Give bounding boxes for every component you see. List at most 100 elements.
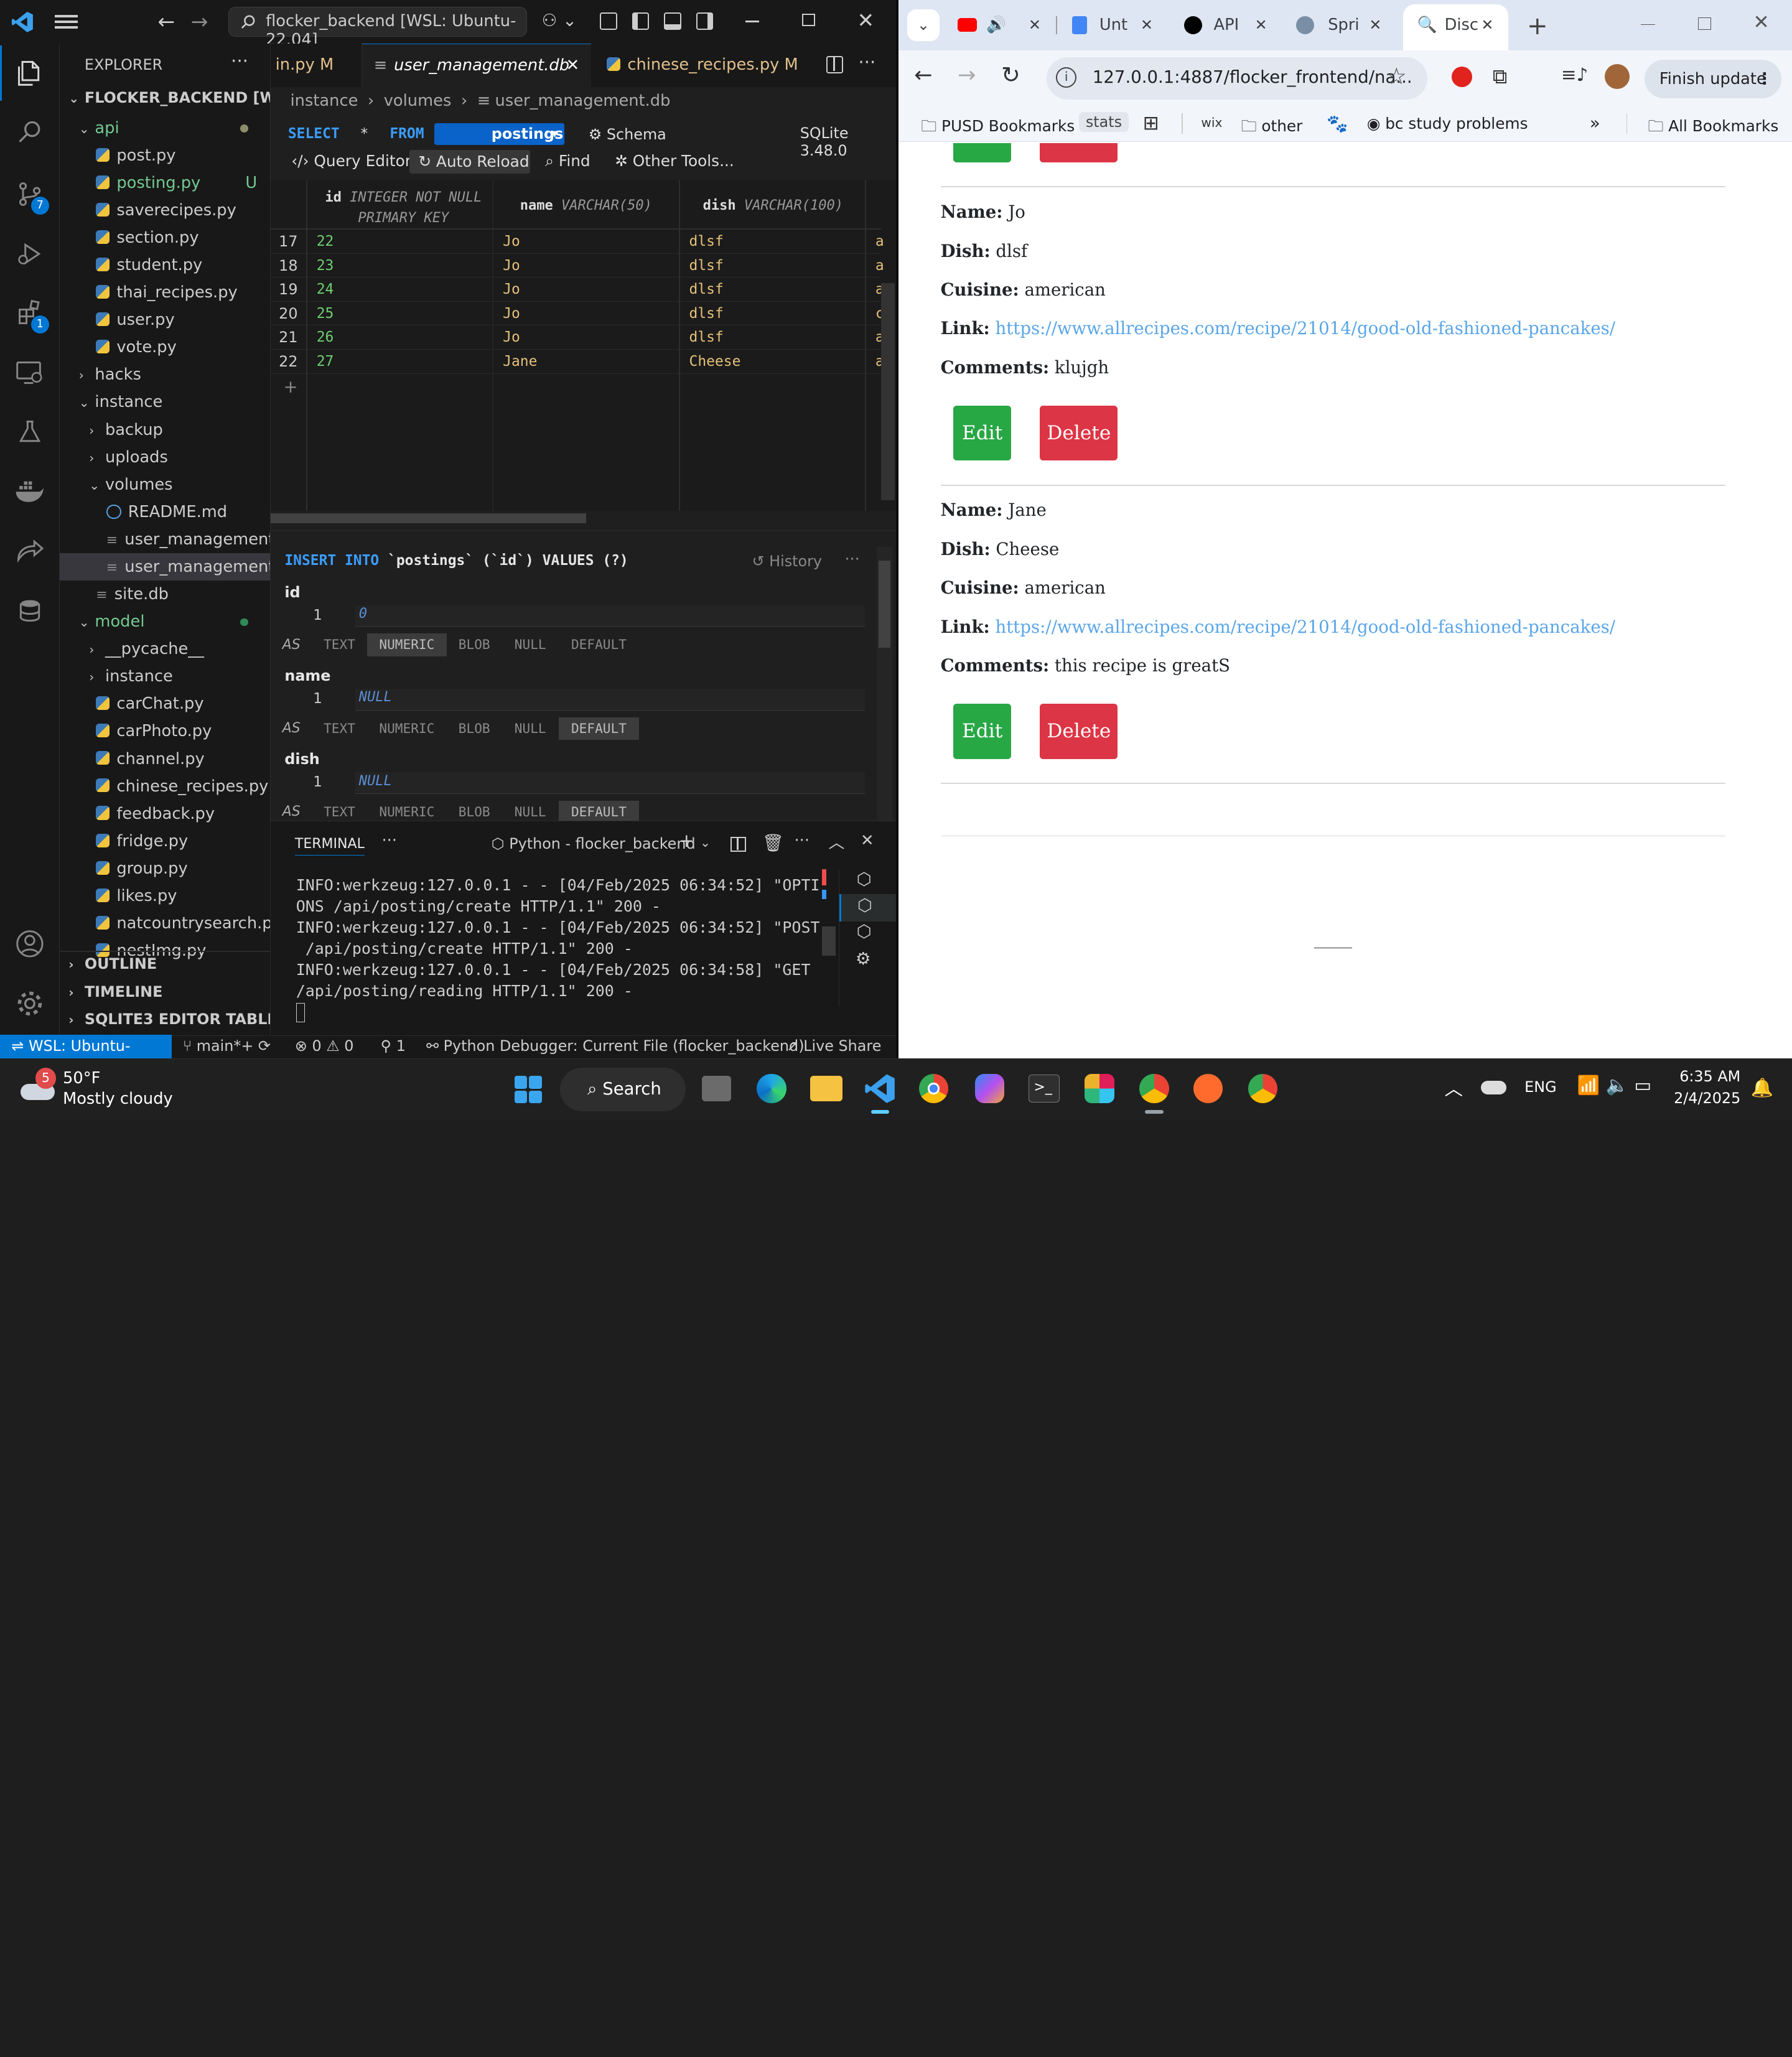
tree-item[interactable]: likes.py [60,882,271,910]
breadcrumb-item[interactable]: volumes [384,91,452,110]
debugger-indicator[interactable]: ⚯ Python Debugger: Current File (flocker… [426,1037,804,1055]
paw-icon[interactable]: 🐾 [1327,113,1348,134]
tree-item[interactable]: ⌄ volumes [60,471,271,498]
type-option-default[interactable]: DEFAULT [559,717,639,740]
close-icon[interactable]: ✕ [1753,11,1769,34]
chrome-profile-icon[interactable] [1139,1073,1169,1104]
toggle-panel-icon[interactable] [664,12,681,30]
type-option-numeric[interactable]: NUMERIC [367,717,447,740]
minimize-icon[interactable] [745,21,759,22]
extensions-puzzle-icon[interactable]: ⧉ [1493,64,1508,89]
cell-dish[interactable]: dlsf [689,302,724,326]
tab-terminal[interactable]: TERMINAL [294,836,365,856]
bookmark-pusd[interactable]: 🗀 PUSD Bookmarks [921,114,1075,141]
bookmarks-overflow-icon[interactable]: » [1590,113,1600,133]
tab-close-icon[interactable]: ✕ [1255,9,1267,41]
cell-dish[interactable]: dlsf [689,254,724,278]
bookmark-stats[interactable]: stats [1078,111,1129,132]
clock-time[interactable]: 6:35 AM [1672,1068,1740,1085]
add-row-button[interactable]: + [284,377,298,397]
tab-main-py[interactable]: in.py M [264,43,363,87]
activity-search[interactable] [0,105,60,160]
minimize-icon[interactable] [1641,24,1655,26]
tree-item[interactable]: channel.py [60,745,271,773]
table-select[interactable]: postings ▾ [434,123,565,146]
cell-dish[interactable]: dlsf [689,278,724,302]
finish-update-button[interactable]: Finish update ⋮ [1645,59,1782,98]
terminal-profile[interactable]: ⬡ Python - flocker_backend [492,835,696,852]
insert-more-icon[interactable]: ··· [844,550,860,569]
cell-name[interactable]: Jo [503,254,520,278]
activity-live-share[interactable] [0,523,60,578]
star-icon[interactable]: ☆ [1386,63,1407,90]
post-link-value[interactable]: https://www.allrecipes.com/recipe/21014/… [995,319,1615,338]
maximize-panel-icon[interactable]: ︿ [829,830,845,853]
tree-item[interactable]: ⌄ instance [60,388,271,416]
audio-icon[interactable]: 🔊 [986,9,1006,41]
close-icon[interactable]: ✕ [857,8,875,32]
maximize-icon[interactable] [802,14,815,27]
split-terminal-icon[interactable] [730,837,747,852]
delete-button[interactable]: Delete [1040,704,1118,759]
more-vertical-icon[interactable]: ⋮ [1757,60,1773,98]
new-tab-button[interactable]: + [1527,11,1548,40]
terminal-scrollbar[interactable] [821,926,836,956]
column-header-id[interactable]: id INTEGER NOT NULL PRIMARY KEY [324,187,483,228]
auto-reload-toggle[interactable]: ↻ Auto Reload [409,149,531,174]
terminal-more-icon[interactable]: ··· [795,831,810,850]
delete-button[interactable]: Delete [1040,406,1118,461]
apps-grid-icon[interactable]: ⊞ [1143,112,1159,134]
layout-icon[interactable] [600,12,617,30]
tree-item[interactable]: group.py [60,855,271,882]
column-header-dish[interactable]: dish VARCHAR(100) [703,198,844,213]
weather-widget[interactable]: 5 [18,1068,57,1104]
table-row[interactable]: 19 24 Jo dlsf a [271,278,884,302]
field-value-input[interactable] [355,605,866,627]
cell-id[interactable]: 27 [317,350,334,374]
tab-close-icon[interactable]: ✕ [566,44,580,88]
command-center[interactable]: flocker_backend [WSL: Ubuntu-22.04] [228,7,527,49]
breadcrumb-item[interactable]: user_management.db [495,91,671,110]
tree-item[interactable]: › hacks [60,361,271,388]
chrome-profile-2-icon[interactable] [1248,1073,1278,1104]
toggle-primary-sidebar-icon[interactable] [632,12,650,30]
field-value-input[interactable] [355,688,866,711]
chrome-tab-docs[interactable]: Unt ✕ [1065,9,1164,41]
bookmark-other[interactable]: 🗀 other [1241,114,1303,141]
tree-item[interactable]: feedback.py [60,800,271,828]
cell-name[interactable]: Jo [503,325,520,350]
table-row[interactable]: 21 26 Jo dlsf a [271,325,884,350]
cell-name[interactable]: Jo [503,278,520,302]
tree-item[interactable]: section.py [60,224,271,251]
cell-id[interactable]: 22 [317,230,334,254]
horizontal-scrollbar[interactable] [271,513,587,524]
new-terminal-icon[interactable]: + ⌄ [679,830,711,851]
slack-icon[interactable] [1085,1073,1114,1104]
notifications-icon[interactable]: 🔔 [1751,1077,1774,1099]
activity-remote-explorer[interactable] [0,345,60,400]
task-view-icon[interactable] [701,1076,732,1101]
cell-extra[interactable]: a [875,254,884,278]
type-option-numeric[interactable]: NUMERIC [366,633,447,657]
chrome-tab-active[interactable]: 🔍 Disc ✕ [1403,4,1509,50]
history-button[interactable]: ↺ History [752,553,822,570]
type-option-default[interactable]: DEFAULT [559,633,639,656]
type-option-text[interactable]: TEXT [312,633,366,656]
section-timeline[interactable]: › TIMELINE [68,983,162,1001]
taskbar-search[interactable]: ⌕ Search [559,1068,686,1112]
cell-dish[interactable]: dlsf [689,325,724,350]
tab-close-icon[interactable]: ✕ [1141,9,1153,41]
profile-avatar[interactable] [1604,63,1630,90]
tab-chinese-recipes[interactable]: chinese_recipes.py M [595,44,801,87]
cell-name[interactable]: Jo [503,302,520,326]
section-outline[interactable]: › OUTLINE [68,955,157,973]
cell-id[interactable]: 23 [317,254,334,278]
chrome-tab-openai[interactable]: API ✕ [1177,9,1276,41]
activity-explorer[interactable] [0,45,60,101]
debug-terminal-icon[interactable]: ⚙ [856,949,871,969]
tree-item[interactable]: › uploads [60,444,271,471]
activity-extensions[interactable]: 1 [0,286,60,340]
find-button[interactable]: ⌕ Find [545,152,590,170]
tab-search-button[interactable]: ⌄ [907,9,940,42]
forward-arrow-icon[interactable]: → [958,63,976,88]
